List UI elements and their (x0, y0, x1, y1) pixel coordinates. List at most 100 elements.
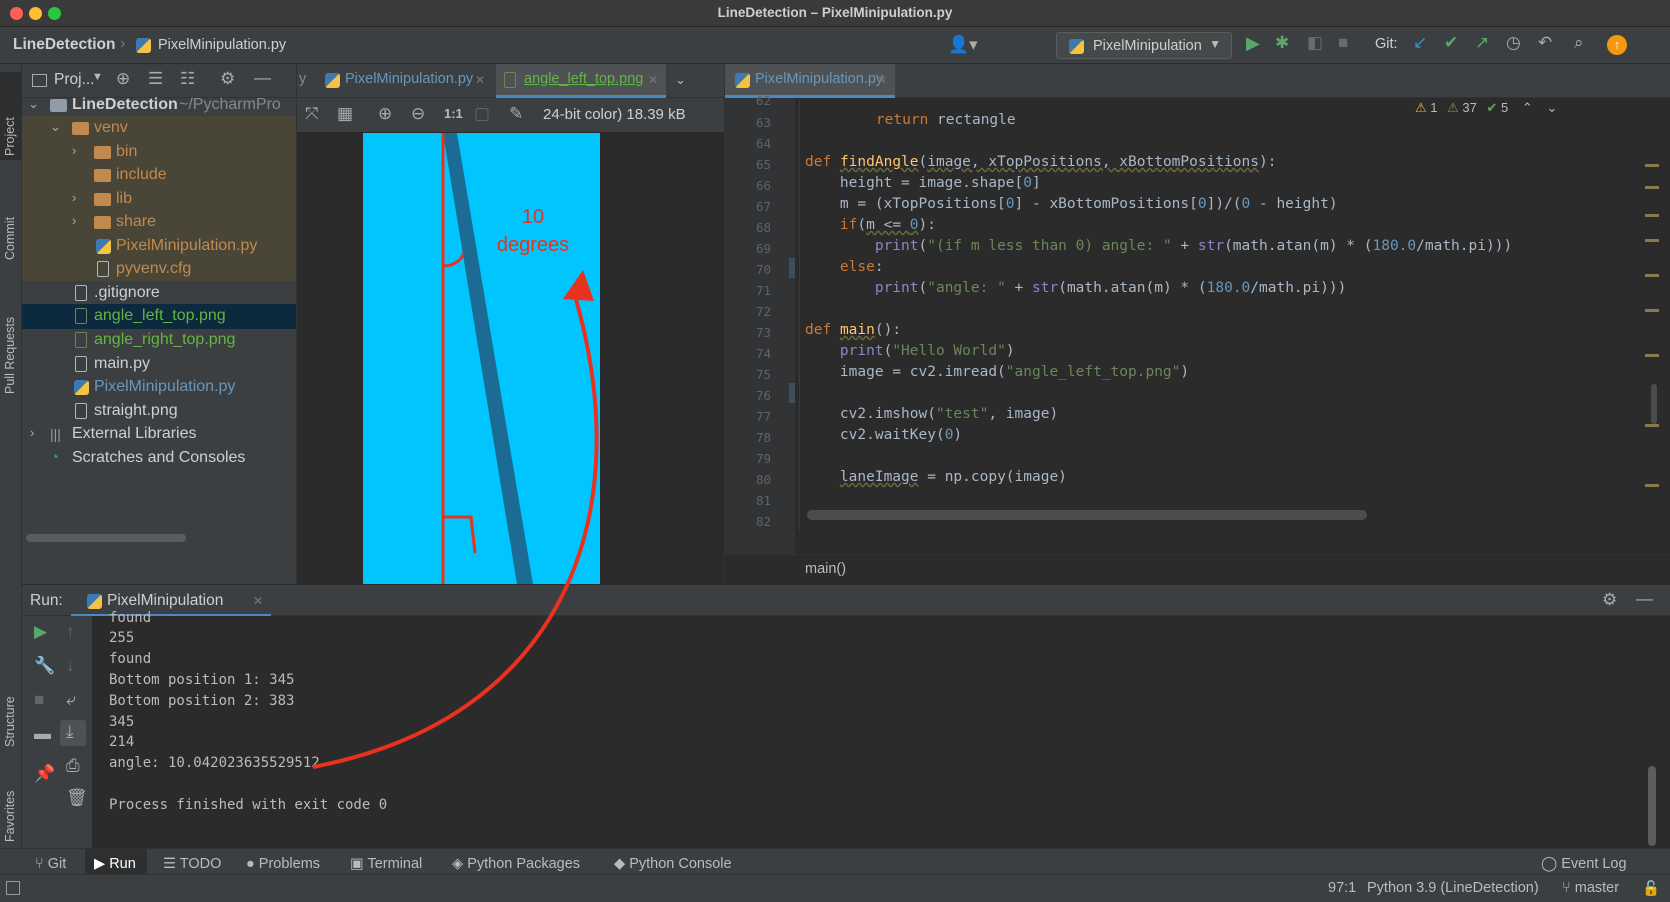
stripe-tab-commit[interactable]: Commit (3, 217, 17, 260)
arrow-down-icon[interactable]: ↓ (66, 656, 75, 676)
line-number: 62 (755, 93, 771, 108)
print-icon[interactable]: ⎙ (66, 756, 80, 776)
trash-icon[interactable]: 🗑 (66, 788, 88, 808)
tree-item-gitignore[interactable]: .gitignore (22, 281, 296, 306)
run-console[interactable]: found 255 found Bottom position 1: 345 B… (92, 610, 1670, 848)
rollback-icon[interactable]: ↶ (1538, 33, 1552, 53)
scroll-to-end-icon[interactable]: ⤓ (66, 722, 74, 742)
search-icon[interactable]: ⌕ (1574, 33, 1584, 53)
git-branch-widget[interactable]: ⑂ master (1562, 880, 1619, 896)
tree-item-lib[interactable]: › lib (22, 187, 296, 212)
hide-icon[interactable]: — (1636, 589, 1653, 609)
coverage-icon[interactable]: ◧ (1307, 33, 1323, 53)
tool-window-python-console[interactable]: ◆ Python Console (614, 856, 732, 872)
tool-window-todo[interactable]: ☰ TODO (163, 856, 221, 872)
background-icon[interactable]: ▢ (474, 104, 490, 124)
breadcrumb-project[interactable]: LineDetection (13, 36, 115, 54)
console-line: Bottom position 1: 345 (109, 672, 295, 688)
rerun-icon[interactable]: ▶ (34, 622, 47, 642)
horizontal-scrollbar[interactable] (26, 534, 186, 542)
tree-item-root[interactable]: ⌄ LineDetection ~/PycharmPro (22, 93, 296, 118)
tool-window-run[interactable]: ▶ Run (94, 856, 136, 872)
git-update-icon[interactable]: ↙ (1413, 33, 1427, 53)
tree-item-include[interactable]: include (22, 163, 296, 188)
debug-icon[interactable]: ✱ (1275, 33, 1289, 53)
stop-icon[interactable]: ■ (34, 690, 44, 710)
wrench-icon[interactable]: 🔧 (34, 656, 55, 676)
tree-item-angle-right[interactable]: angle_right_top.png (22, 328, 296, 353)
soft-wrap-icon[interactable]: ⤶ (66, 690, 76, 710)
pin-icon[interactable]: 📌 (34, 764, 55, 784)
close-icon[interactable]: ✕ (475, 73, 485, 87)
tool-window-problems[interactable]: ● Problems (246, 856, 320, 872)
vertical-scrollbar[interactable] (1648, 766, 1656, 846)
tab-angle-left-png[interactable]: angle_left_top.png ✕ (496, 64, 666, 98)
locate-icon[interactable]: ⊕ (116, 69, 130, 89)
layout-icon[interactable]: ▬ (34, 724, 51, 744)
collapse-all-icon[interactable]: ☷ (180, 69, 195, 89)
run-tab[interactable]: PixelMinipulation ✕ (71, 585, 271, 617)
project-panel: Proj... ▼ ⊕ ☰ ☷ ⚙ — ⌄ LineDetection ~/Py… (22, 64, 296, 584)
breadcrumb-function[interactable]: main() (805, 561, 846, 577)
close-icon[interactable]: ✕ (253, 594, 263, 608)
horizontal-scrollbar[interactable] (807, 510, 1367, 520)
tool-window-terminal[interactable]: ▣ Terminal (350, 856, 422, 872)
tree-item-straight[interactable]: straight.png (22, 399, 296, 424)
expand-all-icon[interactable]: ☰ (148, 69, 163, 89)
tool-window-python-packages[interactable]: ◈ Python Packages (452, 856, 580, 872)
zoom-in-icon[interactable]: ⊕ (378, 104, 392, 124)
stripe-tab-project[interactable]: Project (3, 117, 17, 156)
hide-icon[interactable]: — (254, 68, 271, 88)
tree-item-venv[interactable]: ⌄ venv (22, 116, 296, 141)
tree-item-share[interactable]: › share (22, 210, 296, 235)
actual-size-button[interactable]: 1:1 (444, 106, 463, 121)
error-stripe[interactable] (1643, 124, 1661, 544)
tree-item-angle-left[interactable]: angle_left_top.png (22, 304, 296, 329)
tree-item-pixel-py[interactable]: PixelMinipulation.py (22, 375, 296, 400)
tab-pixel-py[interactable]: PixelMinipulation.py ✕ (325, 64, 490, 98)
run-configuration-select[interactable]: PixelMinipulation ▼ (1056, 32, 1232, 59)
close-icon[interactable]: ✕ (648, 73, 658, 87)
python-interpreter[interactable]: Python 3.9 (LineDetection) (1367, 880, 1539, 896)
tree-item-venv-py[interactable]: PixelMinipulation.py (22, 234, 296, 259)
tree-item-bin[interactable]: › bin (22, 140, 296, 165)
code-area[interactable]: return rectangle def findAngle(image, xT… (795, 98, 1670, 554)
chevron-down-icon[interactable]: ⌄ (1546, 100, 1557, 115)
chevron-up-icon[interactable]: ⌃ (1522, 100, 1533, 115)
stripe-tab-pull-requests[interactable]: Pull Requests (3, 317, 17, 394)
color-picker-icon[interactable]: ✎ (509, 104, 523, 124)
tree-item-external-libraries[interactable]: › ||| External Libraries (22, 422, 296, 447)
tree-item-scratches[interactable]: ◔ Scratches and Consoles (22, 446, 296, 471)
close-icon[interactable]: ✕ (877, 73, 887, 87)
project-view-select[interactable]: Proj... (54, 71, 94, 89)
stripe-tab-favorites[interactable]: Favorites (3, 791, 17, 842)
cursor-position[interactable]: 97:1 (1328, 880, 1356, 896)
tree-item-main-py[interactable]: main.py (22, 352, 296, 377)
fit-icon[interactable]: ⤧ (305, 104, 319, 124)
tab-truncated[interactable]: y (299, 71, 306, 87)
lock-icon[interactable]: 🔓 (1642, 880, 1660, 897)
breadcrumb-file[interactable]: PixelMinipulation.py (158, 37, 286, 53)
tool-window-event-log[interactable]: ◯ Event Log (1541, 856, 1627, 872)
user-icon[interactable]: 👤▾ (948, 35, 978, 55)
tool-window-label: Event Log (1561, 856, 1627, 872)
updates-icon[interactable]: ↑ (1607, 35, 1627, 55)
inspection-widget[interactable]: ⚠ 1 ⚠ 37 ✔ 5 ⌃ ⌄ (1415, 100, 1661, 122)
stop-icon[interactable]: ■ (1338, 33, 1348, 53)
chevron-down-icon[interactable]: ⌄ (675, 72, 686, 88)
stripe-tab-structure[interactable]: Structure (3, 696, 17, 747)
grid-icon[interactable]: ▦ (337, 104, 353, 124)
zoom-out-icon[interactable]: ⊖ (411, 104, 425, 124)
run-icon[interactable]: ▶ (1246, 33, 1260, 54)
tree-label: .gitignore (94, 284, 160, 301)
git-push-icon[interactable]: ↗ (1475, 33, 1489, 53)
toggle-tool-windows-icon[interactable] (6, 881, 20, 895)
arrow-up-icon[interactable]: ↑ (66, 622, 75, 642)
tool-window-label: Run (109, 856, 136, 872)
gear-icon[interactable]: ⚙ (1602, 590, 1617, 610)
tree-item-pyvenv[interactable]: pyvenv.cfg (22, 257, 296, 282)
git-commit-icon[interactable]: ✔ (1444, 33, 1458, 53)
tool-window-git[interactable]: ⑂ Git (35, 856, 66, 872)
gear-icon[interactable]: ⚙ (220, 69, 235, 89)
history-icon[interactable]: ◷ (1506, 33, 1521, 53)
